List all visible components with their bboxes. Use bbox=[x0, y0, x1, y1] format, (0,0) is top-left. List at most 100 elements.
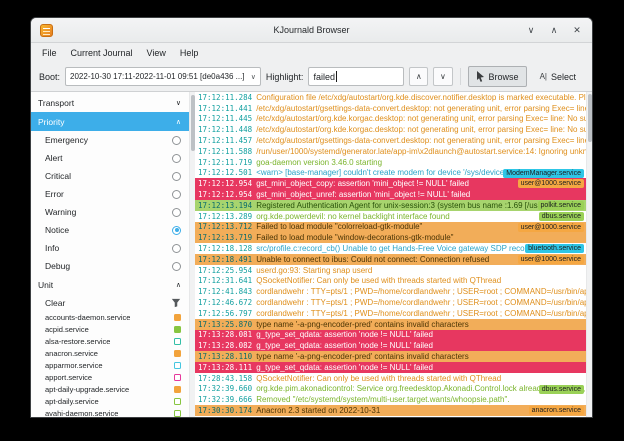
log-row[interactable]: 17:12:13.289org.kde.powerdevil: no kerne… bbox=[195, 211, 586, 222]
select-button[interactable]: A| Select bbox=[532, 66, 584, 87]
log-row[interactable]: 17:12:12.501<warn> [base-manager] couldn… bbox=[195, 168, 586, 179]
log-row[interactable]: 17:12:11.457/etc/xdg/autostart/gsettings… bbox=[195, 135, 586, 146]
unit-item[interactable]: apt-daily-upgrade.service bbox=[31, 383, 189, 395]
log-row[interactable]: 17:12:11.719goa-daemon version 3.46.0 st… bbox=[195, 157, 586, 168]
unit-item[interactable]: apt-daily.service bbox=[31, 395, 189, 407]
unit-item[interactable]: acpid.service bbox=[31, 323, 189, 335]
log-message: Registered Authentication Agent for unix… bbox=[256, 201, 579, 210]
unit-item[interactable]: anacron.service bbox=[31, 347, 189, 359]
log-row[interactable]: 17:13:25.870type name '-a-png-encoder-pr… bbox=[195, 319, 586, 330]
radio-button[interactable] bbox=[172, 262, 181, 271]
menu-item-file[interactable]: File bbox=[36, 46, 63, 60]
log-timestamp: 17:32:39.660 bbox=[198, 384, 252, 393]
clear-units-button[interactable]: Clear bbox=[45, 298, 65, 308]
unit-badge: anacron.service bbox=[529, 406, 584, 415]
unit-checkbox[interactable] bbox=[174, 350, 181, 357]
menu-item-current-journal[interactable]: Current Journal bbox=[65, 46, 139, 60]
unit-checkbox[interactable] bbox=[174, 374, 181, 381]
log-timestamp: 17:12:18.128 bbox=[198, 244, 252, 253]
unit-item[interactable]: accounts-daemon.service bbox=[31, 311, 189, 323]
log-row[interactable]: 17:12:12.954 gst_mini_object_unref: asser… bbox=[195, 189, 586, 200]
log-timestamp: 17:12:12.954 bbox=[198, 190, 252, 199]
unit-checkbox[interactable] bbox=[174, 398, 181, 405]
log-row[interactable]: 17:12:46.672cordlandwehr : TTY=pts/1 ; P… bbox=[195, 297, 586, 308]
log-message: gst_mini_object_unref: assertion 'mini_o… bbox=[256, 190, 470, 199]
unit-item[interactable]: apport.service bbox=[31, 371, 189, 383]
minimize-icon[interactable]: ∨ bbox=[525, 25, 537, 36]
log-row[interactable]: 17:12:31.641QSocketNotifier: Can only be… bbox=[195, 276, 586, 287]
boot-combobox[interactable]: 2022-10-30 17:11-2022-11-01 09:51 [de0a4… bbox=[65, 67, 261, 86]
radio-button[interactable] bbox=[172, 154, 181, 163]
log-row[interactable]: 17:12:13.712Failed to load module "color… bbox=[195, 222, 586, 233]
menu-item-view[interactable]: View bbox=[141, 46, 172, 60]
unit-item[interactable]: avahi-daemon.service bbox=[31, 407, 189, 417]
log-row[interactable]: 17:12:56.797cordlandwehr : TTY=pts/1 ; P… bbox=[195, 308, 586, 319]
log-row[interactable]: 17:12:11.445/etc/xdg/autostart/org.kde.k… bbox=[195, 114, 586, 125]
log-row[interactable]: 17:30:30.174Anacron 2.3 started on 2022-… bbox=[195, 405, 586, 416]
radio-button[interactable] bbox=[172, 226, 181, 235]
log-row[interactable]: 17:12:41.843cordlandwehr : TTY=pts/1 ; P… bbox=[195, 286, 586, 297]
log-row[interactable]: 17:12:13.719Failed to load module "windo… bbox=[195, 232, 586, 243]
log-row[interactable]: 17:12:12.954gst_mini_object_copy: assert… bbox=[195, 178, 586, 189]
priority-option-notice[interactable]: Notice bbox=[31, 221, 189, 239]
log-row[interactable]: 17:13:28.082g_type_set_qdata: assertion … bbox=[195, 340, 586, 351]
boot-label: Boot: bbox=[39, 72, 60, 82]
log-row[interactable]: 17:12:18.128src/profile.c:record_cb() Un… bbox=[195, 243, 586, 254]
log-row[interactable]: 17:28:43.158QSocketNotifier: Can only be… bbox=[195, 373, 586, 384]
log-row[interactable]: 17:12:13.194Registered Authentication Ag… bbox=[195, 200, 586, 211]
close-icon[interactable]: ✕ bbox=[571, 25, 583, 36]
section-header-unit[interactable]: Unit ∧ bbox=[31, 275, 189, 294]
unit-checkbox[interactable] bbox=[174, 338, 181, 345]
log-row[interactable]: 17:12:11.441/etc/xdg/autostart/gsettings… bbox=[195, 103, 586, 114]
unit-item[interactable]: apparmor.service bbox=[31, 359, 189, 371]
titlebar[interactable]: KJournald Browser ∨ ∧ ✕ bbox=[31, 18, 592, 43]
log-message: Removed "/etc/systemd/system/multi-user.… bbox=[256, 395, 509, 404]
log-scrollbar-thumb[interactable] bbox=[588, 94, 592, 142]
log-scrollbar[interactable] bbox=[586, 92, 592, 417]
chevron-up-icon: ∧ bbox=[416, 72, 422, 81]
priority-option-label: Critical bbox=[45, 171, 71, 181]
priority-option-info[interactable]: Info bbox=[31, 239, 189, 257]
section-header-priority[interactable]: Priority ∧ bbox=[31, 112, 189, 131]
log-row[interactable]: 17:32:39.660org.kde.pim.akonadicontrol: … bbox=[195, 384, 586, 395]
log-message: g_type_set_qdata: assertion 'node != NUL… bbox=[256, 341, 433, 350]
log-row[interactable]: 17:12:11.588/run/user/1000/systemd/gener… bbox=[195, 146, 586, 157]
priority-option-critical[interactable]: Critical bbox=[31, 167, 189, 185]
previous-match-button[interactable]: ∧ bbox=[409, 67, 428, 86]
radio-button[interactable] bbox=[172, 244, 181, 253]
log-row[interactable]: 17:12:11.448/etc/xdg/autostart/org.kde.k… bbox=[195, 124, 586, 135]
browse-button[interactable]: Browse bbox=[468, 66, 527, 87]
priority-option-alert[interactable]: Alert bbox=[31, 149, 189, 167]
priority-option-debug[interactable]: Debug bbox=[31, 257, 189, 275]
log-row[interactable]: 17:13:28.110type name '-a-png-encoder-pr… bbox=[195, 351, 586, 362]
log-row[interactable]: 17:13:28.111g_type_set_qdata: assertion … bbox=[195, 362, 586, 373]
next-match-button[interactable]: ∨ bbox=[433, 67, 452, 86]
unit-item[interactable]: alsa-restore.service bbox=[31, 335, 189, 347]
filter-sidebar: Transport ∨ Priority ∧ EmergencyAlert Cri… bbox=[31, 92, 189, 417]
radio-button[interactable] bbox=[172, 136, 181, 145]
unit-checkbox[interactable] bbox=[174, 410, 181, 417]
radio-button[interactable] bbox=[172, 172, 181, 181]
log-message: goa-daemon version 3.46.0 starting bbox=[256, 158, 382, 167]
log-row[interactable]: 17:12:25.954userd.go:93: Starting snap u… bbox=[195, 265, 586, 276]
unit-checkbox[interactable] bbox=[174, 386, 181, 393]
log-row[interactable]: 17:13:28.081g_type_set_qdata: assertion … bbox=[195, 330, 586, 341]
unit-checkbox[interactable] bbox=[174, 326, 181, 333]
unit-checkbox[interactable] bbox=[174, 362, 181, 369]
log-row[interactable]: 17:12:11.284Configuration file /etc/xdg/… bbox=[195, 92, 586, 103]
priority-option-emergency[interactable]: Emergency bbox=[31, 131, 189, 149]
log-timestamp: 17:12:25.954 bbox=[198, 266, 252, 275]
log-row[interactable]: 17:12:18.491Unable to connect to ibus: C… bbox=[195, 254, 586, 265]
highlight-input[interactable]: failed bbox=[308, 67, 404, 86]
priority-option-error[interactable]: Error bbox=[31, 185, 189, 203]
log-row[interactable]: 17:32:39.666Removed "/etc/systemd/system… bbox=[195, 394, 586, 405]
section-header-transport[interactable]: Transport ∨ bbox=[31, 93, 189, 112]
radio-button[interactable] bbox=[172, 208, 181, 217]
menu-item-help[interactable]: Help bbox=[174, 46, 205, 60]
radio-button[interactable] bbox=[172, 190, 181, 199]
maximize-icon[interactable]: ∧ bbox=[548, 25, 560, 36]
filter-icon[interactable] bbox=[171, 298, 181, 308]
priority-option-warning[interactable]: Warning bbox=[31, 203, 189, 221]
unit-checkbox[interactable] bbox=[174, 314, 181, 321]
log-message: type name '-a-png-encoder-pred' contains… bbox=[256, 320, 469, 329]
